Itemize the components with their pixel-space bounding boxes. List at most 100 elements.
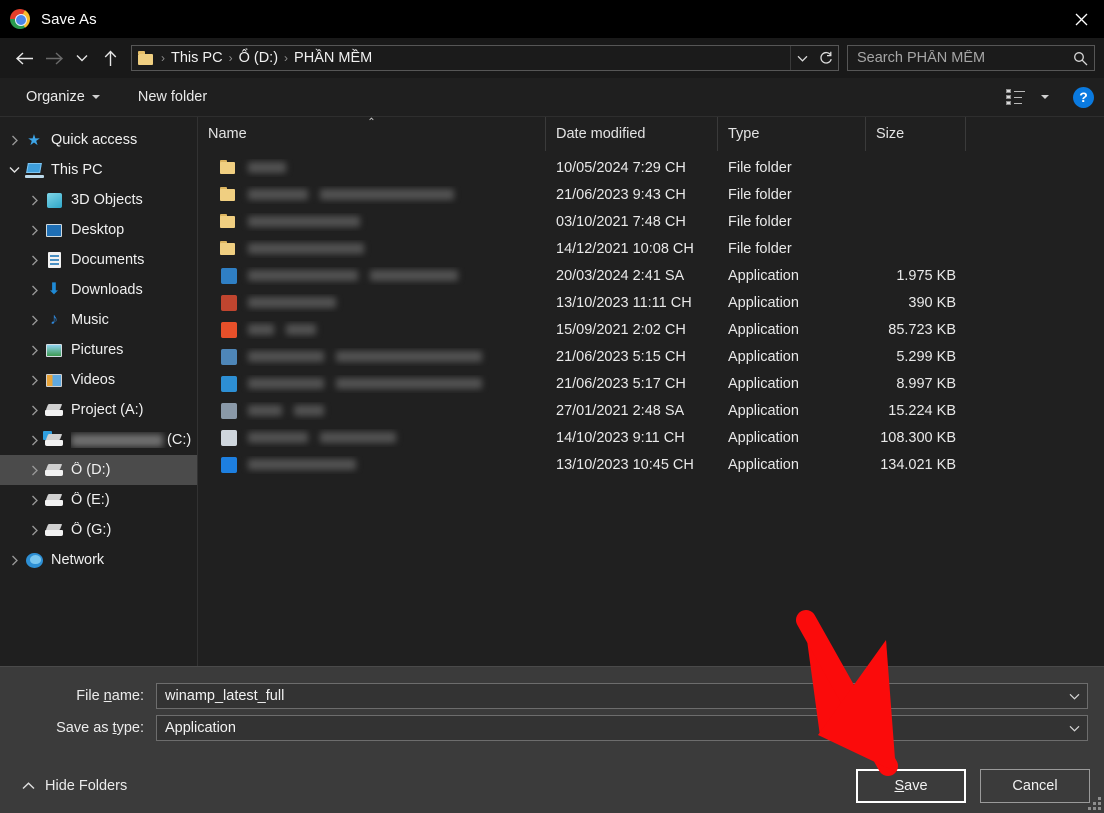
address-chevron-down-icon[interactable] xyxy=(790,46,814,70)
table-row[interactable]: 20/03/2024 2:41 SA Application 1.975 KB xyxy=(198,262,1104,289)
back-arrow-icon[interactable] xyxy=(9,43,39,73)
app-icon xyxy=(220,402,238,420)
list-view-icon xyxy=(1006,89,1025,105)
sidebar-item-desktop[interactable]: Desktop xyxy=(0,215,197,245)
sort-ascending-icon: ⌃ xyxy=(367,117,376,128)
cancel-label: Cancel xyxy=(1012,778,1058,794)
chevron-right-icon[interactable] xyxy=(26,195,43,206)
sidebar-item-quick-access[interactable]: ★ Quick access xyxy=(0,125,197,155)
refresh-icon[interactable] xyxy=(814,46,838,70)
file-size-cell: 5.299 KB xyxy=(896,348,956,365)
breadcrumb-item-this-pc[interactable]: This PC xyxy=(167,50,227,66)
sidebar-item-e[interactable]: Ổ (E:) xyxy=(0,485,197,515)
filename-combobox[interactable] xyxy=(156,683,1088,709)
column-header-name[interactable]: ⌃ Name xyxy=(198,117,546,151)
sidebar-item-this-pc[interactable]: This PC xyxy=(0,155,197,185)
table-row[interactable]: 21/06/2023 5:17 CH Application 8.997 KB xyxy=(198,370,1104,397)
chevron-down-icon[interactable] xyxy=(6,166,23,174)
title-bar: Save As xyxy=(0,0,1104,38)
chevron-right-icon[interactable] xyxy=(26,375,43,386)
sidebar-item-music[interactable]: ♪ Music xyxy=(0,305,197,335)
sidebar-item-d[interactable]: Ổ (D:) xyxy=(0,455,197,485)
filename-input[interactable] xyxy=(157,684,1061,708)
sidebar-item-documents[interactable]: Documents xyxy=(0,245,197,275)
sidebar-item-videos[interactable]: Videos xyxy=(0,365,197,395)
new-folder-button[interactable]: New folder xyxy=(130,85,215,109)
up-arrow-icon[interactable] xyxy=(95,43,125,73)
folder-icon xyxy=(138,51,155,65)
table-row[interactable]: 21/06/2023 9:43 CH File folder xyxy=(198,181,1104,208)
sidebar-item-pictures[interactable]: Pictures xyxy=(0,335,197,365)
search-input[interactable] xyxy=(857,50,1073,66)
navigation-bar: › This PC › Ổ (D:) › PHẦN MỀM xyxy=(0,38,1104,78)
sidebar-item-c[interactable]: (C:) xyxy=(0,425,197,455)
table-row[interactable]: 03/10/2021 7:48 CH File folder xyxy=(198,208,1104,235)
sidebar-item-project-a[interactable]: Project (A:) xyxy=(0,395,197,425)
search-box[interactable] xyxy=(847,45,1095,71)
sidebar-item-g[interactable]: Ổ (G:) xyxy=(0,515,197,545)
savetype-combobox[interactable] xyxy=(156,715,1088,741)
recent-locations-chevron-down-icon[interactable] xyxy=(69,43,95,73)
chevron-right-icon[interactable] xyxy=(26,405,43,416)
column-header-date-modified[interactable]: Date modified xyxy=(546,117,718,151)
column-header-type[interactable]: Type xyxy=(718,117,866,151)
file-type-cell: File folder xyxy=(728,159,792,176)
savetype-input[interactable] xyxy=(157,716,1061,740)
save-button[interactable]: Save xyxy=(856,769,966,803)
chevron-right-icon[interactable] xyxy=(26,525,43,536)
chevron-right-icon[interactable] xyxy=(26,225,43,236)
table-row[interactable]: 21/06/2023 5:15 CH Application 5.299 KB xyxy=(198,343,1104,370)
organize-button[interactable]: Organize xyxy=(18,85,108,109)
address-bar[interactable]: › This PC › Ổ (D:) › PHẦN MỀM xyxy=(131,45,839,71)
breadcrumb-item-phan-mem[interactable]: PHẦN MỀM xyxy=(290,50,376,66)
file-size-cell: 134.021 KB xyxy=(880,456,956,473)
chevron-right-icon[interactable] xyxy=(26,285,43,296)
table-row[interactable]: 13/10/2023 10:45 CH Application 134.021 KB xyxy=(198,451,1104,478)
folder-icon xyxy=(220,213,238,231)
file-date-cell: 03/10/2021 7:48 CH xyxy=(556,213,686,230)
chevron-right-icon[interactable] xyxy=(6,555,23,566)
file-date-cell: 21/06/2023 9:43 CH xyxy=(556,186,686,203)
document-icon xyxy=(43,251,65,269)
file-date-cell: 21/06/2023 5:17 CH xyxy=(556,375,686,392)
sidebar-item-3d-objects[interactable]: 3D Objects xyxy=(0,185,197,215)
app-icon xyxy=(220,429,238,447)
filename-label: File name: xyxy=(76,688,144,704)
sidebar-item-downloads[interactable]: ⬇ Downloads xyxy=(0,275,197,305)
savetype-row: Save as type: xyxy=(16,713,1088,743)
filename-row: File name: xyxy=(16,681,1088,711)
breadcrumb-item-drive-d[interactable]: Ổ (D:) xyxy=(235,50,282,66)
chevron-right-icon[interactable] xyxy=(26,465,43,476)
chevron-down-icon[interactable] xyxy=(1061,725,1087,732)
file-type-cell: File folder xyxy=(728,213,792,230)
cancel-button[interactable]: Cancel xyxy=(980,769,1090,803)
table-row[interactable]: 13/10/2023 11:11 CH Application 390 KB xyxy=(198,289,1104,316)
view-mode-button[interactable] xyxy=(998,85,1033,109)
table-row[interactable]: 27/01/2021 2:48 SA Application 15.224 KB xyxy=(198,397,1104,424)
resize-grip[interactable] xyxy=(1088,797,1101,810)
help-button[interactable]: ? xyxy=(1073,86,1094,108)
chevron-right-icon[interactable] xyxy=(26,255,43,266)
file-size-cell: 85.723 KB xyxy=(888,321,956,338)
chevron-right-icon[interactable] xyxy=(26,315,43,326)
chevron-right-icon[interactable] xyxy=(26,345,43,356)
save-as-dialog: Save As › This PC › Ổ (D:) › PHẦN MỀM Se… xyxy=(0,0,1104,813)
hide-folders-button[interactable]: Hide Folders xyxy=(16,774,133,798)
forward-arrow-icon[interactable] xyxy=(39,43,69,73)
close-icon[interactable] xyxy=(1058,0,1104,38)
cube-icon xyxy=(43,191,65,209)
chevron-right-icon[interactable] xyxy=(26,435,43,446)
table-row[interactable]: 14/10/2023 9:11 CH Application 108.300 KB xyxy=(198,424,1104,451)
table-row[interactable]: 15/09/2021 2:02 CH Application 85.723 KB xyxy=(198,316,1104,343)
organize-label: Organize xyxy=(26,89,85,105)
file-type-cell: Application xyxy=(728,348,799,365)
chevron-down-icon[interactable] xyxy=(1061,693,1087,700)
file-name-cell xyxy=(198,456,546,474)
chevron-right-icon[interactable] xyxy=(26,495,43,506)
table-row[interactable]: 10/05/2024 7:29 CH File folder xyxy=(198,154,1104,181)
view-options-button[interactable] xyxy=(1033,91,1057,103)
sidebar-item-network[interactable]: Network xyxy=(0,545,197,575)
table-row[interactable]: 14/12/2021 10:08 CH File folder xyxy=(198,235,1104,262)
chevron-right-icon[interactable] xyxy=(6,135,23,146)
column-header-size[interactable]: Size xyxy=(866,117,966,151)
